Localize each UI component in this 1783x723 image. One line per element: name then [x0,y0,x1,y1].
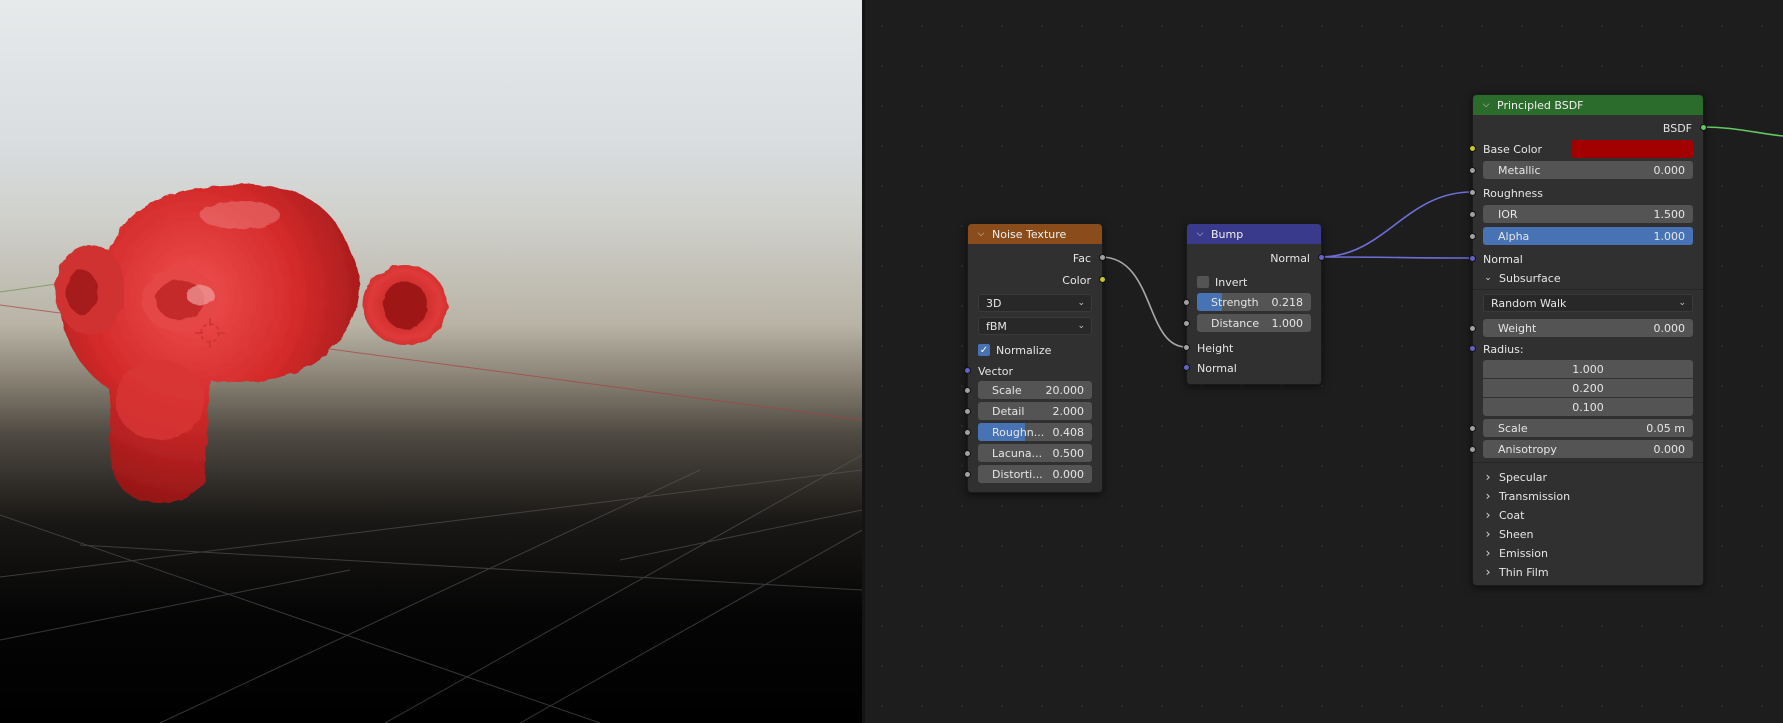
distance-field[interactable]: Distance 1.000 [1197,314,1311,332]
anisotropy-field[interactable]: Anisotropy 0.000 [1483,440,1693,458]
socket-scale-in[interactable] [964,387,971,394]
panel-transmission[interactable]: › Transmission [1473,486,1703,506]
chevron-down-icon: ⌄ [1678,298,1686,308]
socket-radius-in[interactable] [1469,345,1476,352]
link-bsdf-out [1701,126,1783,137]
noise-type-select[interactable]: fBM ⌄ [978,317,1092,335]
scale-field[interactable]: Scale 0.05 m [1483,419,1693,437]
chevron-right-icon: › [1485,489,1491,503]
radius-x-field[interactable]: 1.000 [1483,360,1693,378]
alpha-slider[interactable]: Alpha 1.000 [1483,227,1693,245]
bump-header[interactable]: ⌵ Bump [1187,224,1321,244]
socket-scale-in[interactable] [1469,425,1476,432]
metallic-field[interactable]: Metallic 0.000 [1483,161,1693,179]
node-title: Noise Texture [992,227,1067,241]
chevron-right-icon: › [1485,508,1491,522]
socket-ior-in[interactable] [1469,211,1476,218]
subsurface-panel-header[interactable]: ⌄ Subsurface [1473,268,1703,288]
collapse-chevron-icon[interactable]: ⌵ [1195,229,1205,239]
output-fac: Fac [968,248,1106,268]
strength-slider[interactable]: Strength 0.218 [1197,293,1311,311]
output-color: Color [968,270,1106,290]
input-height: Height [1183,338,1321,358]
chevron-down-icon: ⌄ [1077,298,1085,308]
socket-weight-in[interactable] [1469,325,1476,332]
chevron-down-icon: ⌄ [1077,321,1085,331]
chevron-down-icon: ⌄ [1484,273,1492,283]
socket-lacuna-in[interactable] [964,450,971,457]
suzanne-mesh [55,184,447,503]
node-title: Principled BSDF [1497,98,1584,112]
normalize-checkbox[interactable]: ✓ [978,344,990,356]
shader-node-editor[interactable]: ⌵ Noise Texture Fac Color 3D ⌄ fBM ⌄ ✓ N… [865,0,1783,723]
socket-fac-out[interactable] [1099,254,1106,261]
dimensions-select[interactable]: 3D ⌄ [978,294,1092,312]
socket-normal-in[interactable] [1183,364,1190,371]
socket-anisotropy-in[interactable] [1469,446,1476,453]
invert-checkbox-row[interactable]: Invert [1197,273,1311,291]
socket-alpha-in[interactable] [1469,233,1476,240]
radius-z-field[interactable]: 0.100 [1483,398,1693,416]
distorti-field[interactable]: Distorti... 0.000 [978,465,1092,483]
output-normal: Normal [1187,248,1325,268]
radius-y-field[interactable]: 0.200 [1483,379,1693,397]
socket-color-out[interactable] [1099,276,1106,283]
socket-roughness-in[interactable] [1469,189,1476,196]
base-color-swatch[interactable] [1571,140,1693,158]
viewport-scene [0,184,862,723]
3d-viewport[interactable] [0,0,862,723]
lacuna-field[interactable]: Lacuna... 0.500 [978,444,1092,462]
socket-base-color-in[interactable] [1469,145,1476,152]
socket-distance-in[interactable] [1183,320,1190,327]
node-title: Bump [1211,227,1244,241]
socket-height-in[interactable] [1183,344,1190,351]
noise-texture-header[interactable]: ⌵ Noise Texture [968,224,1102,244]
chevron-right-icon: › [1485,527,1491,541]
bump-node[interactable]: ⌵ Bump Normal Invert Strength 0.218 Dist… [1183,223,1325,385]
chevron-right-icon: › [1485,470,1491,484]
socket-metallic-in[interactable] [1469,167,1476,174]
socket-normal-out[interactable] [1318,254,1325,261]
panel-sheen[interactable]: › Sheen [1473,524,1703,544]
link-fac-to-height [1100,256,1187,348]
socket-distorti-in[interactable] [964,471,971,478]
socket-detail-in[interactable] [964,408,971,415]
socket-roughn-in[interactable] [964,429,971,436]
input-radius: Radius: [1469,339,1703,359]
input-normal: Normal [1183,358,1321,378]
principled-bsdf-node[interactable]: ⌵ Principled BSDF BSDF Base Color Metall… [1469,94,1707,586]
principled-bsdf-header[interactable]: ⌵ Principled BSDF [1473,95,1703,115]
socket-normal-in[interactable] [1469,255,1476,262]
scale-field[interactable]: Scale 20.000 [978,381,1092,399]
weight-field[interactable]: Weight 0.000 [1483,319,1693,337]
panel-emission[interactable]: › Emission [1473,543,1703,563]
subsurface-method-select[interactable]: Random Walk ⌄ [1483,294,1693,312]
input-vector: Vector [964,361,1102,381]
invert-checkbox[interactable] [1197,276,1209,288]
noise-texture-node[interactable]: ⌵ Noise Texture Fac Color 3D ⌄ fBM ⌄ ✓ N… [964,223,1106,493]
socket-bsdf-out[interactable] [1700,124,1707,131]
chevron-right-icon: › [1485,565,1491,579]
ior-field[interactable]: IOR 1.500 [1483,205,1693,223]
link-normal-to-roughness [1319,191,1473,258]
socket-vector-in[interactable] [964,367,971,374]
panel-thin-film[interactable]: › Thin Film [1473,562,1703,582]
collapse-chevron-icon[interactable]: ⌵ [976,229,986,239]
link-normal-to-normal [1319,256,1473,259]
panel-coat[interactable]: › Coat [1473,505,1703,525]
roughn-field[interactable]: Roughn... 0.408 [978,423,1092,441]
panel-specular[interactable]: › Specular [1473,467,1703,487]
floor-grid [0,454,862,723]
chevron-right-icon: › [1485,546,1491,560]
output-bsdf: BSDF [1473,118,1707,138]
collapse-chevron-icon[interactable]: ⌵ [1481,100,1491,110]
socket-strength-in[interactable] [1183,299,1190,306]
detail-field[interactable]: Detail 2.000 [978,402,1092,420]
input-normal: Normal [1469,249,1703,269]
input-roughness: Roughness [1469,183,1703,203]
normalize-checkbox-row[interactable]: ✓ Normalize [978,341,1092,359]
